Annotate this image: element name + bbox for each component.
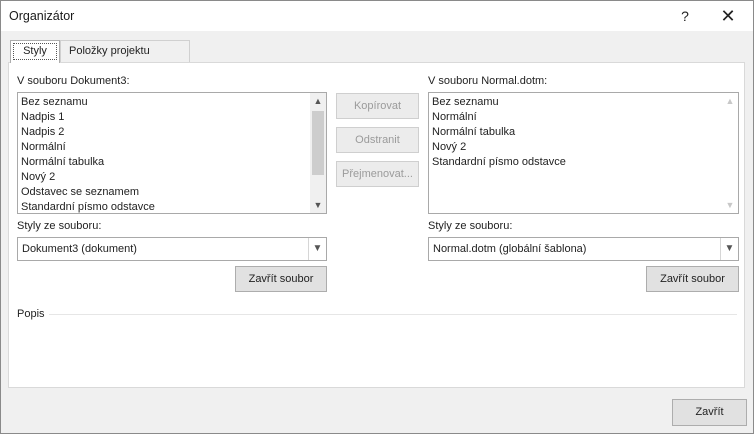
right-list-label: V souboru Normal.dotm:: [428, 75, 548, 87]
chevron-down-icon[interactable]: ▼: [720, 238, 738, 260]
scroll-down-icon: ▼: [725, 200, 735, 210]
left-styles-from-value: Dokument3 (dokument): [22, 243, 137, 255]
close-icon[interactable]: ✕: [717, 5, 739, 27]
scroll-up-icon[interactable]: ▲: [310, 93, 326, 109]
left-styles-from-select[interactable]: Dokument3 (dokument) ▼: [17, 237, 327, 261]
left-list-label: V souboru Dokument3:: [17, 75, 130, 87]
list-item[interactable]: Normální tabulka: [18, 155, 326, 170]
list-item[interactable]: Nadpis 1: [18, 110, 326, 125]
delete-button[interactable]: Odstranit: [336, 127, 419, 153]
right-styles-list[interactable]: Bez seznamu Normální Normální tabulka Nový …: [428, 92, 739, 214]
title-bar: Organizátor ? ✕: [1, 1, 753, 31]
scroll-up-icon: ▲: [725, 96, 735, 106]
rename-button[interactable]: Přejmenovat...: [336, 161, 419, 187]
left-list-scrollbar[interactable]: ▲ ▼: [310, 93, 326, 213]
close-dialog-button[interactable]: Zavřít: [672, 399, 747, 426]
tab-panel: V souboru Dokument3: Bez seznamu Nadpis 1…: [8, 62, 745, 388]
left-close-file-button[interactable]: Zavřít soubor: [235, 266, 327, 292]
tab-styles[interactable]: Styly: [10, 40, 60, 63]
description-divider: [49, 314, 737, 315]
copy-button[interactable]: Kopírovat: [336, 93, 419, 119]
right-styles-from-value: Normal.dotm (globální šablona): [433, 243, 587, 255]
list-item[interactable]: Normální: [18, 140, 326, 155]
list-item[interactable]: Standardní písmo odstavce: [18, 200, 326, 213]
list-item[interactable]: Nový 2: [429, 140, 738, 155]
help-icon[interactable]: ?: [674, 5, 696, 27]
right-close-file-button[interactable]: Zavřít soubor: [646, 266, 739, 292]
tab-macro-project-items[interactable]: Položky projektu makra: [60, 40, 190, 77]
description-label: Popis: [17, 308, 45, 320]
right-styles-from-label: Styly ze souboru:: [428, 220, 513, 232]
right-styles-from-select[interactable]: Normal.dotm (globální šablona) ▼: [428, 237, 739, 261]
dialog-title: Organizátor: [9, 9, 75, 23]
list-item[interactable]: Normální: [429, 110, 738, 125]
scroll-down-icon[interactable]: ▼: [310, 197, 326, 213]
list-item[interactable]: Normální tabulka: [429, 125, 738, 140]
list-item[interactable]: Nový 2: [18, 170, 326, 185]
left-styles-list[interactable]: Bez seznamu Nadpis 1 Nadpis 2 Normální Normá…: [17, 92, 327, 214]
list-item[interactable]: Standardní písmo odstavce: [429, 155, 738, 170]
right-list-scrollbar: ▲ ▼: [722, 93, 738, 213]
scrollbar-thumb[interactable]: [312, 111, 324, 175]
chevron-down-icon[interactable]: ▼: [308, 238, 326, 260]
left-styles-from-label: Styly ze souboru:: [17, 220, 102, 232]
organizer-dialog: Organizátor ? ✕ Styly Položky projektu m…: [0, 0, 754, 434]
list-item[interactable]: Nadpis 2: [18, 125, 326, 140]
list-item[interactable]: Bez seznamu: [18, 95, 326, 110]
list-item[interactable]: Bez seznamu: [429, 95, 738, 110]
list-item[interactable]: Odstavec se seznamem: [18, 185, 326, 200]
